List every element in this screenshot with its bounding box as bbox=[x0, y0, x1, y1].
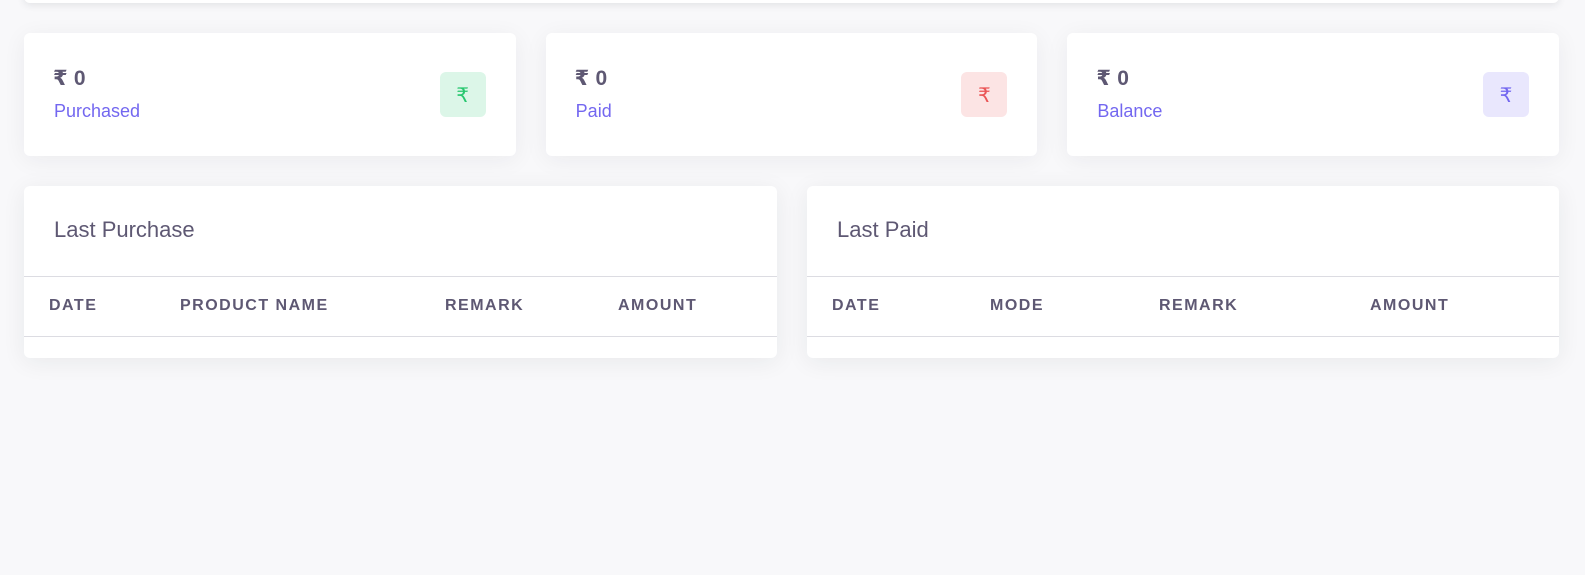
top-card-edge bbox=[24, 0, 1559, 3]
balance-value: ₹ 0 bbox=[1096, 67, 1130, 90]
column-header-product-name: PRODUCT NAME bbox=[180, 297, 329, 314]
last-purchase-title: Last Purchase bbox=[54, 217, 195, 242]
last-paid-table-header: DATE MODE REMARK AMOUNT bbox=[807, 276, 1559, 337]
column-header-remark: REMARK bbox=[445, 297, 525, 314]
paid-label: Paid bbox=[575, 101, 612, 121]
last-paid-card: Last Paid DATE MODE REMARK AMOUNT bbox=[807, 186, 1559, 358]
column-header-amount: AMOUNT bbox=[618, 297, 698, 314]
purchased-value: ₹ 0 bbox=[53, 67, 86, 90]
rupee-icon: ₹ bbox=[961, 72, 1008, 117]
stat-card-purchased: ₹ 0 Purchased ₹ bbox=[24, 33, 516, 156]
last-paid-title: Last Paid bbox=[837, 217, 929, 242]
column-header-mode: MODE bbox=[990, 297, 1044, 314]
purchased-label: Purchased bbox=[54, 101, 141, 121]
rupee-icon: ₹ bbox=[1483, 72, 1530, 117]
stat-card-balance: ₹ 0 Balance ₹ bbox=[1067, 33, 1560, 156]
column-header-amount: AMOUNT bbox=[1370, 297, 1450, 314]
stat-card-paid: ₹ 0 Paid ₹ bbox=[545, 33, 1038, 156]
column-header-date: DATE bbox=[49, 297, 98, 314]
rupee-icon: ₹ bbox=[439, 72, 486, 117]
stats-row: ₹ 0 Purchased ₹ ₹ 0 Paid ₹ ₹ 0 Balance ₹ bbox=[24, 33, 1560, 156]
column-header-remark: REMARK bbox=[1159, 297, 1239, 314]
column-header-date: DATE bbox=[832, 297, 881, 314]
last-purchase-table-header: DATE PRODUCT NAME REMARK AMOUNT bbox=[24, 276, 777, 337]
balance-label: Balance bbox=[1097, 101, 1163, 121]
paid-value: ₹ 0 bbox=[574, 67, 608, 90]
last-purchase-card: Last Purchase DATE PRODUCT NAME REMARK A… bbox=[24, 186, 777, 358]
